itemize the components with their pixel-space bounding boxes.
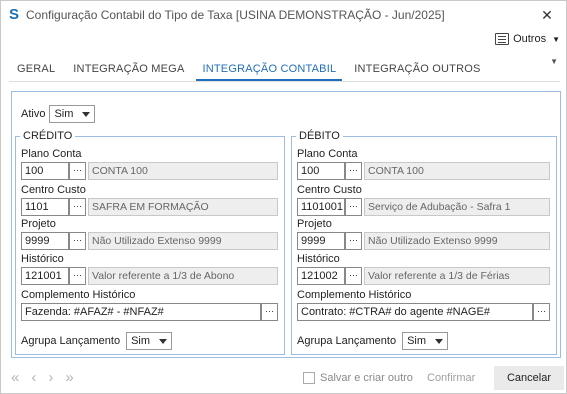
window-title: Configuração Contabil do Tipo de Taxa [U… (26, 8, 445, 22)
credito-projeto-lookup-button[interactable]: ··· (69, 232, 86, 250)
credito-projeto-label: Projeto (21, 218, 56, 230)
list-icon (495, 33, 510, 45)
debito-legend: DÉBITO (299, 130, 340, 142)
app-logo-icon: S (9, 6, 20, 23)
debito-historico-desc: Valor referente a 1/3 de Férias (364, 267, 550, 285)
debito-complemento-input[interactable]: Contrato: #CTRA# do agente #NAGE# (297, 303, 533, 321)
tab-bar: GERAL INTEGRAÇÃO MEGA INTEGRAÇÃO CONTABI… (11, 59, 493, 81)
credito-group: CRÉDITO Plano Conta 100 ··· CONTA 100 Ce… (15, 130, 285, 355)
debito-centro-custo-label: Centro Custo (297, 184, 362, 196)
chevron-down-icon (82, 111, 91, 117)
tab-integracao-contabil[interactable]: INTEGRAÇÃO CONTABIL (196, 59, 343, 81)
debito-plano-conta-code[interactable]: 100 (297, 162, 345, 180)
credito-plano-conta-desc: CONTA 100 (88, 162, 278, 180)
salvar-criar-outro-label: Salvar e criar outro (320, 372, 413, 384)
credito-agrupa-row: Agrupa Lançamento Sim (21, 332, 173, 350)
debito-agrupa-select[interactable]: Sim (402, 332, 449, 350)
tab-integracao-outros[interactable]: INTEGRAÇÃO OUTROS (348, 59, 486, 81)
toolbar: Outros ▼ (1, 29, 566, 53)
debito-centro-custo-code[interactable]: 1101001 (297, 198, 345, 216)
chevron-down-icon: ▼ (552, 34, 560, 44)
credito-plano-conta-label: Plano Conta (21, 148, 82, 160)
outros-label: Outros (513, 33, 547, 45)
credito-centro-custo-label: Centro Custo (21, 184, 86, 196)
debito-agrupa-value: Sim (407, 335, 427, 347)
chevron-down-icon (159, 338, 168, 344)
record-navigation: « ‹ › » (11, 369, 74, 386)
debito-agrupa-label: Agrupa Lançamento (297, 335, 397, 347)
debito-projeto-code[interactable]: 9999 (297, 232, 345, 250)
tab-geral[interactable]: GERAL (11, 59, 61, 81)
debito-centro-custo-lookup-button[interactable]: ··· (345, 198, 362, 216)
debito-projeto-label: Projeto (297, 218, 332, 230)
ativo-label: Ativo (21, 108, 46, 120)
credito-historico-code[interactable]: 121001 (21, 267, 69, 285)
credito-agrupa-select[interactable]: Sim (126, 332, 173, 350)
close-button[interactable]: ✕ (538, 7, 556, 23)
debito-historico-lookup-button[interactable]: ··· (345, 267, 362, 285)
nav-last-icon[interactable]: » (65, 369, 73, 386)
cancelar-button[interactable]: Cancelar (494, 366, 564, 390)
dialog-window: S Configuração Contabil do Tipo de Taxa … (0, 0, 567, 394)
debito-complemento-lookup-button[interactable]: ··· (533, 303, 550, 321)
credito-plano-conta-lookup-button[interactable]: ··· (69, 162, 86, 180)
debito-historico-label: Histórico (297, 253, 340, 265)
contabil-panel: Ativo Sim CRÉDITO Plano Conta 100 ··· CO… (11, 91, 561, 358)
ativo-value: Sim (54, 108, 74, 120)
ativo-row: Ativo Sim (21, 105, 96, 123)
debito-projeto-lookup-button[interactable]: ··· (345, 232, 362, 250)
debito-historico-code[interactable]: 121002 (297, 267, 345, 285)
credito-centro-custo-code[interactable]: 1101 (21, 198, 69, 216)
credito-historico-desc: Valor referente a 1/3 de Abono (88, 267, 278, 285)
credito-centro-custo-desc: SAFRA EM FORMAÇÃO (88, 198, 278, 216)
tab-integracao-mega[interactable]: INTEGRAÇÃO MEGA (67, 59, 190, 81)
title-bar: S Configuração Contabil do Tipo de Taxa … (1, 1, 566, 29)
footer-bar: « ‹ › » Salvar e criar outro Confirmar C… (1, 363, 566, 393)
debito-complemento-label: Complemento Histórico (297, 289, 412, 301)
checkbox-box[interactable] (303, 372, 315, 384)
debito-agrupa-row: Agrupa Lançamento Sim (297, 332, 449, 350)
credito-complemento-input[interactable]: Fazenda: #AFAZ# - #NFAZ# (21, 303, 261, 321)
outros-menu-button[interactable]: Outros ▼ (495, 33, 560, 45)
confirmar-button[interactable]: Confirmar (427, 372, 475, 384)
credito-legend: CRÉDITO (23, 130, 73, 142)
debito-plano-conta-label: Plano Conta (297, 148, 358, 160)
chevron-down-icon (435, 338, 444, 344)
credito-complemento-lookup-button[interactable]: ··· (261, 303, 278, 321)
credito-agrupa-label: Agrupa Lançamento (21, 335, 121, 347)
tabs-divider (9, 81, 560, 82)
credito-centro-custo-lookup-button[interactable]: ··· (69, 198, 86, 216)
credito-agrupa-value: Sim (131, 335, 151, 347)
credito-historico-label: Histórico (21, 253, 64, 265)
debito-projeto-desc: Não Utilizado Extenso 9999 (364, 232, 550, 250)
credito-projeto-code[interactable]: 9999 (21, 232, 69, 250)
ativo-select[interactable]: Sim (49, 105, 96, 123)
credito-plano-conta-code[interactable]: 100 (21, 162, 69, 180)
nav-first-icon[interactable]: « (11, 369, 19, 386)
credito-projeto-desc: Não Utilizado Extenso 9999 (88, 232, 278, 250)
nav-prev-icon[interactable]: ‹ (31, 369, 36, 386)
debito-group: DÉBITO Plano Conta 100 ··· CONTA 100 Cen… (291, 130, 557, 355)
credito-historico-lookup-button[interactable]: ··· (69, 267, 86, 285)
salvar-criar-outro-checkbox[interactable]: Salvar e criar outro (303, 372, 413, 384)
debito-centro-custo-desc: Serviço de Adubação - Safra 1 (364, 198, 550, 216)
credito-complemento-label: Complemento Histórico (21, 289, 136, 301)
debito-plano-conta-lookup-button[interactable]: ··· (345, 162, 362, 180)
debito-plano-conta-desc: CONTA 100 (364, 162, 550, 180)
nav-next-icon[interactable]: › (48, 369, 53, 386)
tab-scroll-down-icon[interactable]: ▼ (550, 57, 558, 66)
